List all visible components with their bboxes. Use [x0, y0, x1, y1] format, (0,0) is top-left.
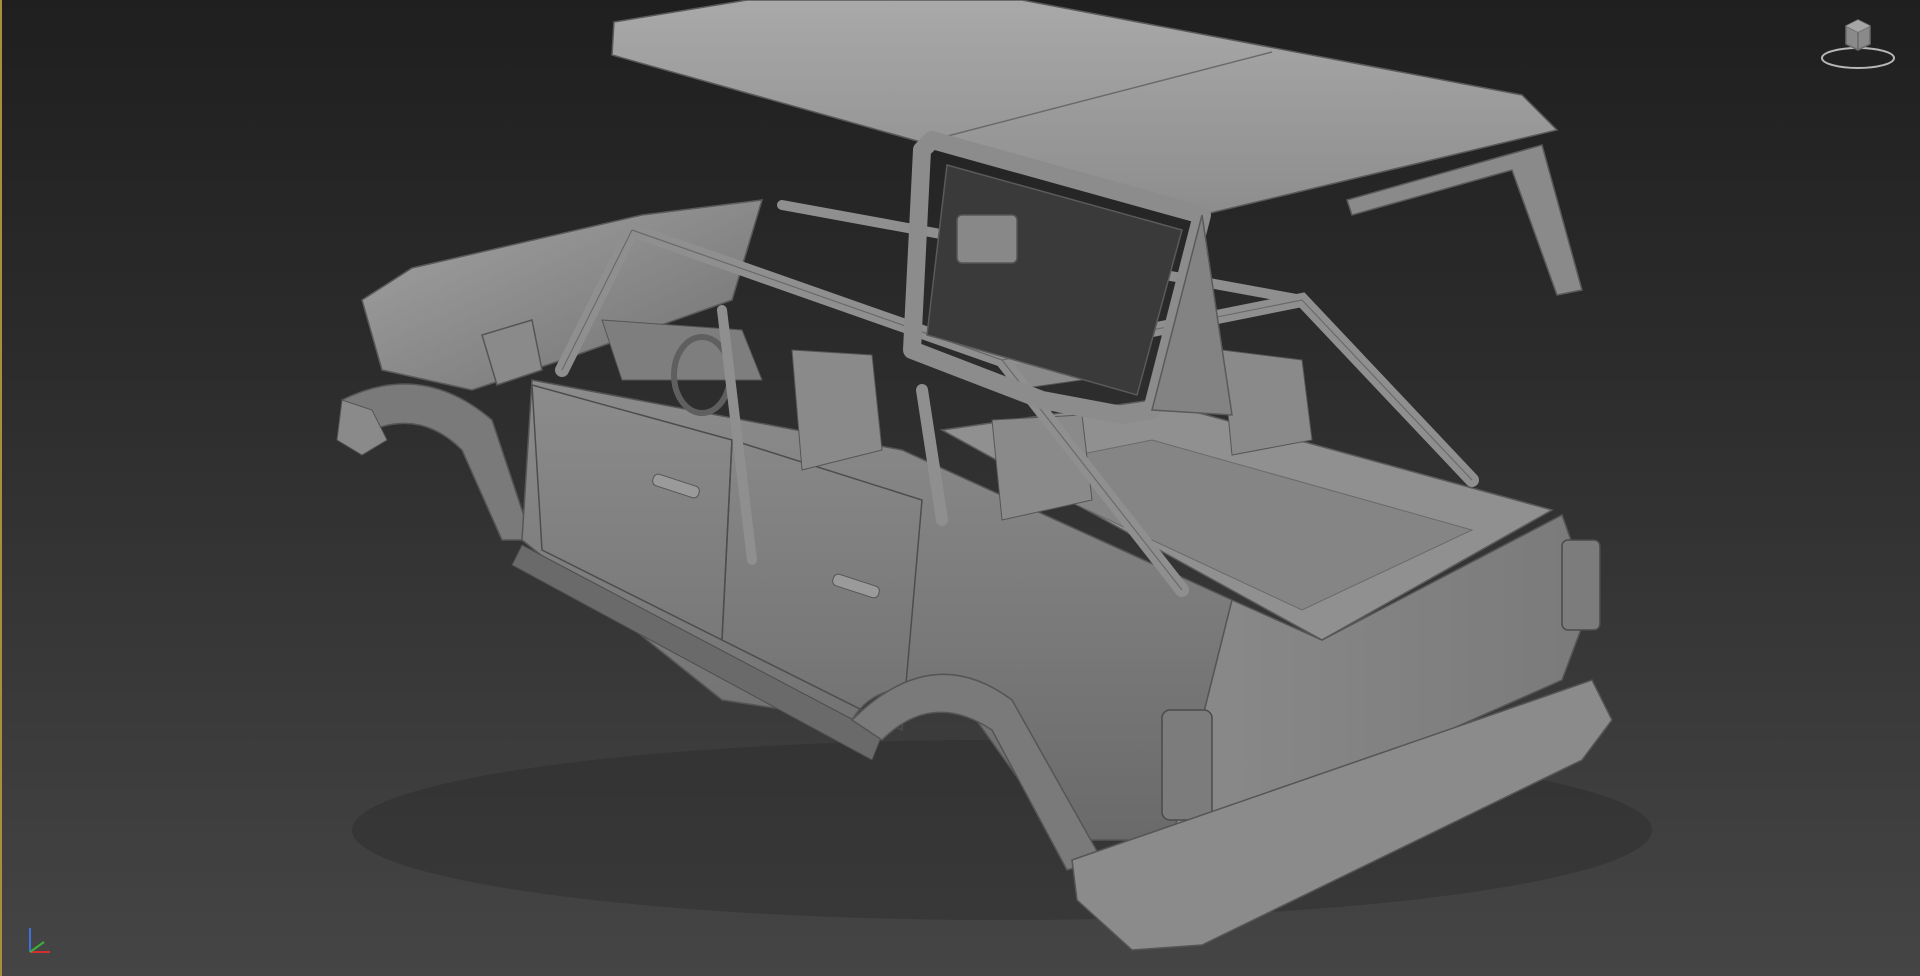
tail-light-right: [1561, 539, 1601, 631]
viewcube[interactable]: [1818, 10, 1898, 72]
rear-view-mirror: [956, 214, 1018, 264]
axis-tripod: [20, 922, 60, 962]
viewcube-icon[interactable]: [1818, 10, 1898, 72]
rear-seat-right: [1221, 349, 1313, 456]
front-seat: [791, 349, 883, 471]
front-wheel-arch: [340, 383, 534, 541]
vehicle-model[interactable]: [2, 0, 1920, 976]
tail-light-left: [1161, 709, 1213, 821]
3d-viewport[interactable]: [0, 0, 1920, 976]
axis-tripod-icon: [29, 928, 50, 953]
